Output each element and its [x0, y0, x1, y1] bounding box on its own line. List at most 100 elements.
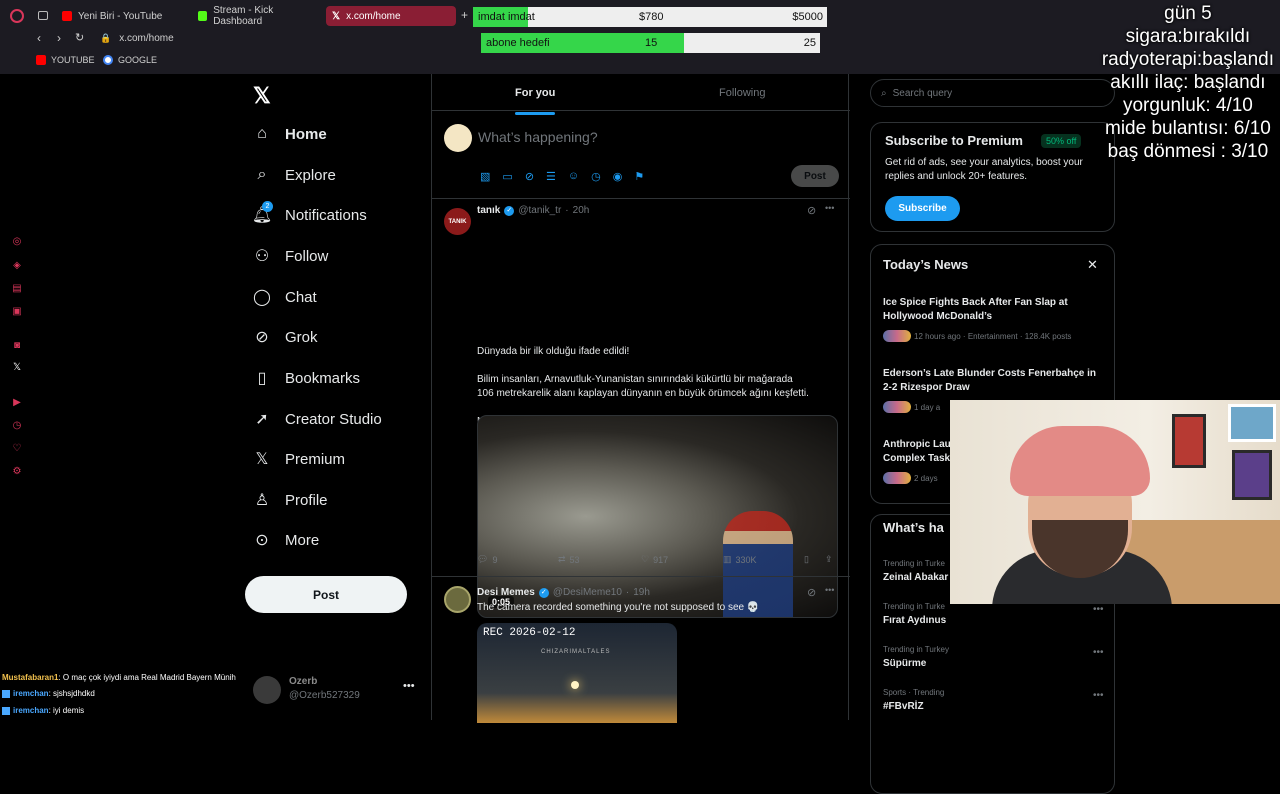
youtube-icon	[62, 11, 72, 21]
news-headline[interactable]: Ice Spice Fights Back After Fan Slap at	[883, 296, 1113, 309]
repost-button[interactable]: ⇄ 53	[558, 554, 580, 565]
sidebar-history-icon[interactable]: ◷	[8, 420, 26, 431]
sidebar-item-more[interactable]: ⊙ More	[253, 531, 319, 550]
bookmark-button[interactable]: ▯	[804, 554, 809, 565]
tab-following[interactable]: Following	[719, 87, 765, 99]
trend-name[interactable]: Zeinal Abakar	[883, 572, 948, 583]
wall-poster	[1232, 450, 1272, 500]
grok-icon[interactable]: ⊘	[807, 204, 816, 217]
chat-username[interactable]: iremchan	[13, 689, 49, 698]
active-tab-indicator	[515, 112, 556, 115]
emoji-icon[interactable]: ☺	[568, 170, 579, 183]
sidebar-instagram-icon[interactable]: ◙	[8, 340, 26, 351]
forward-icon[interactable]: ›	[57, 31, 61, 45]
image-icon[interactable]: ▧	[480, 170, 490, 183]
sidebar-item-label: Follow	[285, 247, 329, 265]
post-button[interactable]: Post	[245, 576, 407, 613]
subscribe-button[interactable]: Subscribe	[885, 196, 960, 221]
tweet-image[interactable]: REC 2026-02-12 CHIZARIMALTALES	[477, 623, 677, 723]
bookmark-google[interactable]: GOOGLE	[103, 55, 157, 65]
search-placeholder: Search query	[892, 87, 953, 99]
grok-icon[interactable]: ⊘	[807, 586, 816, 599]
address-bar[interactable]: 🔒 x.com/home	[96, 29, 476, 47]
sidebar-item-creator-studio[interactable]: ➚ Creator Studio	[253, 410, 381, 429]
author-name[interactable]: Desi Memes	[477, 587, 535, 598]
sidebar-ai-icon[interactable]: ◎	[8, 236, 26, 247]
status-line: akıllı ilaç: başlandı	[1110, 72, 1266, 93]
more-dots-icon[interactable]: •••	[825, 203, 834, 213]
sidebar-item-bookmarks[interactable]: ▯ Bookmarks	[253, 369, 360, 388]
sidebar-item-follow[interactable]: ⚇ Follow	[253, 247, 329, 266]
sidebar-item-premium[interactable]: 𝕏 Premium	[253, 450, 345, 469]
chat-username[interactable]: iremchan	[13, 706, 49, 715]
sidebar-chat-icon[interactable]: ▤	[8, 283, 26, 294]
news-headline[interactable]: Ederson’s Late Blunder Costs Fenerbahçe …	[883, 367, 1113, 380]
tweet-header: tanık ✓ @tanik_tr · 20h	[477, 205, 589, 216]
reload-icon[interactable]: ↻	[75, 31, 84, 44]
like-button[interactable]: ♡ 917	[641, 554, 668, 565]
tab-kick[interactable]: Stream - Kick Dashboard	[192, 5, 322, 27]
tweet[interactable]: Desi Memes ✓ @DesiMeme10 · 19h ⊘ ••• The…	[432, 577, 850, 723]
back-icon[interactable]: ‹	[37, 31, 41, 45]
x-logo-icon[interactable]: 𝕏	[253, 83, 271, 109]
sidebar-item-notifications[interactable]: 🔔︎ 2 Notifications	[252, 201, 367, 224]
opera-logo-icon[interactable]	[10, 9, 24, 23]
new-tab-button[interactable]: +	[461, 8, 468, 22]
reply-button[interactable]: 💬︎ 9	[477, 554, 497, 565]
sidebar-heart-icon[interactable]: ♡	[8, 443, 26, 454]
news-headline[interactable]: Hollywood McDonald’s	[883, 310, 1113, 323]
author-handle[interactable]: @DesiMeme10	[553, 587, 622, 598]
sidebar-settings-icon[interactable]: ⚙	[8, 466, 26, 477]
composer-post-button[interactable]: Post	[791, 165, 839, 187]
webcam-feed	[950, 400, 1280, 604]
sidebar-item-grok[interactable]: ⊘ Grok	[253, 328, 317, 347]
sidebar-mail-icon[interactable]: ▣	[8, 306, 26, 317]
sidebar-bag-icon[interactable]: ◈	[8, 260, 26, 271]
bookmark-youtube[interactable]: YOUTUBE	[36, 55, 95, 65]
more-dots-icon[interactable]: •••	[1093, 647, 1104, 658]
sidebar-item-chat[interactable]: ◯ Chat	[253, 288, 317, 307]
gif-icon[interactable]: ▭	[502, 170, 512, 183]
flag-icon[interactable]: ⚑	[634, 170, 644, 183]
poll-icon[interactable]: ☰	[546, 170, 556, 183]
tweet-time[interactable]: 20h	[573, 205, 590, 216]
views-button[interactable]: ▥ 330K	[723, 554, 757, 565]
more-dots-icon[interactable]: •••	[1093, 690, 1104, 701]
chat-username[interactable]: Mustafabaran1	[2, 673, 58, 682]
composer-input[interactable]: What’s happening?	[478, 129, 818, 145]
sidebar-item-label: Home	[285, 125, 327, 143]
tab-youtube[interactable]: Yeni Biri - YouTube	[56, 6, 186, 26]
location-icon[interactable]: ◉	[613, 170, 623, 183]
trend-context: Trending in Turke	[883, 559, 945, 568]
trend-name[interactable]: Süpürme	[883, 658, 926, 669]
trend-name[interactable]: Fırat Aydınus	[883, 615, 946, 626]
tab-label: Yeni Biri - YouTube	[78, 10, 163, 22]
tweet-text-line: 106 metrekarelik alanı kaplayan dünyanın…	[477, 388, 809, 399]
schedule-icon[interactable]: ◷	[591, 170, 601, 183]
tweet-time[interactable]: 19h	[633, 587, 650, 598]
reply-icon: 💬︎	[477, 554, 489, 564]
sidebar-item-profile[interactable]: ♙ Profile	[253, 491, 328, 510]
more-dots-icon[interactable]: •••	[1093, 604, 1104, 615]
author-name[interactable]: tanık	[477, 205, 500, 216]
whats-happening-title: What’s ha	[883, 520, 944, 535]
sidebar-item-explore[interactable]: ⌕ Explore	[253, 166, 336, 184]
more-dots-icon[interactable]: •••	[403, 680, 415, 692]
close-icon[interactable]: ✕	[1087, 257, 1098, 273]
account-switcher[interactable]: Ozerb @Ozerb527329 •••	[253, 674, 423, 708]
author-handle[interactable]: @tanik_tr	[518, 205, 561, 216]
tweet[interactable]: TANIK tanık ✓ @tanik_tr · 20h ⊘ ••• Düny…	[432, 199, 850, 618]
tab-for-you[interactable]: For you	[515, 87, 556, 115]
tab-overview-icon[interactable]	[38, 11, 48, 20]
more-dots-icon[interactable]: •••	[825, 585, 834, 595]
grok-icon[interactable]: ⊘	[525, 170, 534, 183]
sidebar-item-home[interactable]: ⌂ Home	[253, 125, 327, 143]
tab-x-home[interactable]: 𝕏 x.com/home	[326, 6, 456, 26]
sidebar-x-icon[interactable]: 𝕏	[8, 362, 26, 373]
share-button[interactable]: ⇪	[825, 554, 833, 565]
sidebar-player-icon[interactable]: ▶	[8, 397, 26, 408]
trend-name[interactable]: #FBvRİZ	[883, 701, 924, 712]
news-headline[interactable]: 2-2 Rizespor Draw	[883, 381, 1113, 394]
notification-badge: 2	[262, 201, 273, 212]
search-box[interactable]: ⌕ Search query	[870, 79, 1115, 107]
